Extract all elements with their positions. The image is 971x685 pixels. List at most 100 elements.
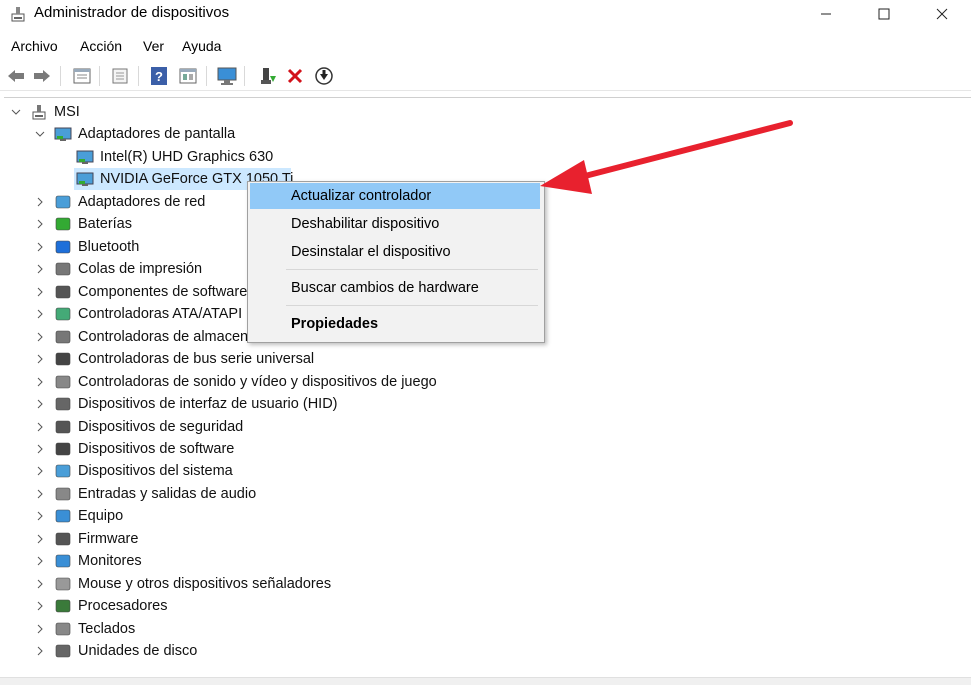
menu-ayuda[interactable]: Ayuda	[182, 38, 221, 54]
expand-icon[interactable]	[34, 308, 46, 320]
context-menu: Actualizar controlador Deshabilitar disp…	[247, 181, 545, 343]
tree-label: Procesadores	[78, 598, 168, 615]
window-title: Administrador de dispositivos	[34, 4, 230, 21]
tree-node-category[interactable]: Controladoras ATA/ATAPI IDE	[34, 303, 270, 325]
menu-ver[interactable]: Ver	[143, 38, 164, 54]
menu-item-scan-hardware[interactable]: Buscar cambios de hardware	[250, 275, 540, 301]
tree-node-category[interactable]: Dispositivos de seguridad	[34, 416, 243, 438]
menu-item-label: Deshabilitar dispositivo	[291, 216, 440, 232]
tree-node-category[interactable]: Unidades de disco	[34, 640, 197, 662]
expand-icon[interactable]	[34, 623, 46, 635]
maximize-button[interactable]	[855, 0, 913, 28]
tree-node-category[interactable]: Dispositivos de software	[34, 438, 234, 460]
device-manager-icon	[11, 7, 25, 22]
expand-icon[interactable]	[34, 600, 46, 612]
system-device-icon	[55, 465, 71, 478]
computer-icon	[32, 105, 46, 120]
view-button[interactable]	[176, 64, 200, 88]
tree-node-category[interactable]: Bluetooth	[34, 236, 139, 258]
properties-button[interactable]	[70, 64, 94, 88]
menu-accion[interactable]: Acción	[80, 38, 122, 54]
menu-item-uninstall-device[interactable]: Desinstalar el dispositivo	[250, 239, 540, 265]
expand-icon[interactable]	[34, 286, 46, 298]
tree-label: Controladoras ATA/ATAPI IDE	[78, 306, 271, 323]
toolbar: ?	[0, 62, 971, 91]
menu-item-disable-device[interactable]: Deshabilitar dispositivo	[250, 211, 540, 237]
tree-node-root[interactable]: MSI	[10, 101, 80, 123]
expand-icon[interactable]	[34, 398, 46, 410]
monitor-icon	[217, 67, 237, 85]
printer-queue-icon	[55, 263, 71, 276]
firmware-icon	[55, 532, 71, 546]
tree-label: Dispositivos del sistema	[78, 463, 233, 480]
back-button[interactable]	[4, 64, 28, 88]
expand-icon[interactable]	[34, 465, 46, 477]
forward-icon	[34, 70, 50, 82]
menu-item-label: Desinstalar el dispositivo	[291, 244, 451, 260]
tree-node-category[interactable]: Baterías	[34, 213, 132, 235]
menu-archivo[interactable]: Archivo	[11, 38, 58, 54]
expand-icon[interactable]	[34, 555, 46, 567]
tree-node-category[interactable]: Dispositivos del sistema	[34, 460, 233, 482]
expand-icon[interactable]	[34, 218, 46, 230]
forward-button[interactable]	[30, 64, 54, 88]
tree-label: Colas de impresión	[78, 261, 203, 278]
collapse-icon[interactable]	[34, 128, 46, 140]
svg-text:?: ?	[155, 69, 163, 84]
tree-label: Baterías	[78, 216, 132, 233]
expand-icon[interactable]	[34, 376, 46, 388]
add-driver-button[interactable]	[256, 64, 280, 88]
tree-label: Monitores	[78, 553, 142, 570]
tree-node-category[interactable]: Equipo	[34, 505, 123, 527]
menu-item-update-driver[interactable]: Actualizar controlador	[250, 183, 540, 209]
tree-node-category[interactable]: Adaptadores de red	[34, 191, 205, 213]
tree-node-category[interactable]: Firmware	[34, 528, 138, 550]
tree-node-category[interactable]: Procesadores	[34, 595, 167, 617]
tree-node-intel-gpu[interactable]: Intel(R) UHD Graphics 630	[76, 146, 273, 168]
expand-icon[interactable]	[34, 421, 46, 433]
add-driver-icon	[261, 68, 276, 84]
tree-node-category[interactable]: Controladoras de bus serie universal	[34, 348, 314, 370]
expand-icon[interactable]	[34, 196, 46, 208]
close-button[interactable]	[913, 0, 971, 28]
expand-icon[interactable]	[34, 510, 46, 522]
tree-node-category[interactable]: Controladoras de sonido y vídeo y dispos…	[34, 371, 437, 393]
expand-icon[interactable]	[34, 578, 46, 590]
tree-node-category[interactable]: Dispositivos de interfaz de usuario (HID…	[34, 393, 338, 415]
security-device-icon	[55, 420, 71, 433]
tree-label-display-adapters: Adaptadores de pantalla	[78, 126, 236, 142]
expand-icon[interactable]	[34, 353, 46, 365]
expand-icon[interactable]	[34, 241, 46, 253]
tree-node-category[interactable]: Mouse y otros dispositivos señaladores	[34, 573, 331, 595]
minimize-button[interactable]	[797, 0, 855, 28]
monitor-button[interactable]	[215, 64, 239, 88]
expand-icon[interactable]	[34, 488, 46, 500]
tree-label: Mouse y otros dispositivos señaladores	[78, 575, 332, 592]
help-button[interactable]: ?	[147, 64, 171, 88]
ata-controller-icon	[55, 307, 71, 321]
scan-hardware-button[interactable]	[312, 64, 336, 88]
maximize-icon	[878, 8, 890, 20]
expand-icon[interactable]	[34, 331, 46, 343]
tree-node-category[interactable]: Teclados	[34, 618, 135, 640]
monitor-icon	[55, 554, 71, 568]
tree-node-category[interactable]: Entradas y salidas de audio	[34, 483, 256, 505]
menu-item-properties[interactable]: Propiedades	[250, 311, 540, 337]
tree-node-category[interactable]: Componentes de software	[34, 281, 247, 303]
expand-icon[interactable]	[34, 533, 46, 545]
uninstall-icon	[287, 68, 303, 84]
processor-icon	[55, 599, 71, 613]
tree-node-category[interactable]: Monitores	[34, 550, 142, 572]
update-driver-button[interactable]	[108, 64, 132, 88]
tree-label-root: MSI	[54, 104, 80, 120]
expand-icon[interactable]	[34, 645, 46, 657]
menu-separator	[286, 305, 538, 306]
display-adapter-icon	[76, 150, 94, 164]
uninstall-button[interactable]	[283, 64, 307, 88]
expand-icon[interactable]	[34, 443, 46, 455]
tree-node-display-adapters[interactable]: Adaptadores de pantalla	[34, 123, 235, 145]
tree-node-category[interactable]: Colas de impresión	[34, 258, 202, 280]
expand-icon[interactable]	[34, 263, 46, 275]
close-icon	[936, 8, 948, 20]
collapse-icon[interactable]	[10, 106, 22, 118]
